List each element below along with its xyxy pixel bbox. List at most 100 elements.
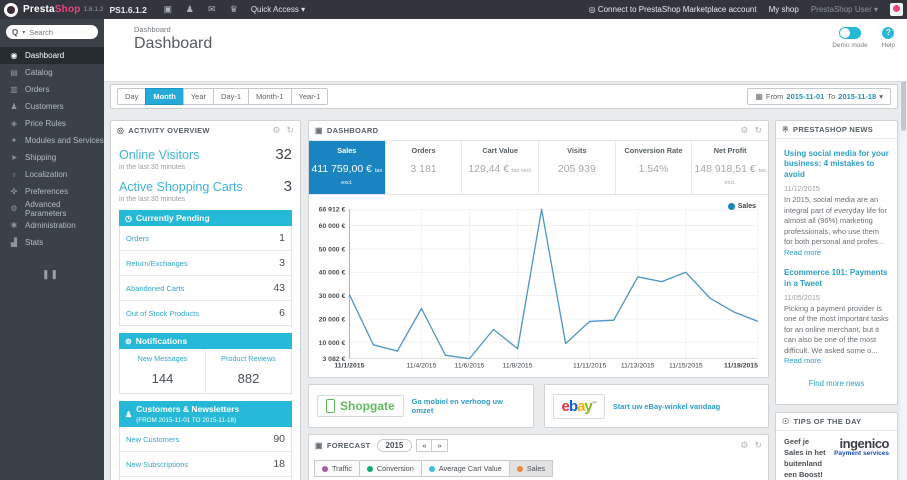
- sidebar-item-shipping[interactable]: ➤ Shipping: [0, 149, 104, 166]
- new-subscriptions-value: 18: [273, 458, 285, 470]
- marketplace-link[interactable]: ◎ Connect to PrestaShop Marketplace acco…: [589, 5, 757, 14]
- kpi-net-profit-tab[interactable]: Net Profit 148 918,51 € tax excl.: [692, 141, 768, 194]
- kpi-label: Net Profit: [713, 146, 747, 155]
- previous-year-button[interactable]: «: [416, 439, 433, 452]
- help-icon[interactable]: ?: [882, 27, 895, 39]
- kpi-label: Visits: [567, 146, 587, 155]
- brand[interactable]: PrestaShop: [23, 4, 81, 15]
- cart-icon: ▣: [315, 126, 323, 135]
- sidebar-item-dashboard[interactable]: ◉ Dashboard: [0, 47, 104, 64]
- search-input[interactable]: [29, 27, 82, 37]
- sidebar-item-localization[interactable]: ♁ Localization: [0, 166, 104, 183]
- sidebar-item-orders[interactable]: ▥ Orders: [0, 81, 104, 98]
- activity-overview-panel: ◎ ACTIVITY OVERVIEW ⚙ ↻ Online Visitors 32 …: [110, 120, 301, 480]
- dashboard-icon: ◉: [10, 51, 18, 60]
- sidebar-item-preferences[interactable]: ✜ Preferences: [0, 183, 104, 200]
- forecast-nav: « »: [416, 439, 448, 452]
- list-item: New Subscriptions 18: [120, 452, 291, 477]
- range-year-button[interactable]: Year: [182, 88, 214, 105]
- sidebar-item-catalog[interactable]: ▤ Catalog: [0, 64, 104, 81]
- list-item: Product Reviews 882: [205, 349, 291, 393]
- demo-mode-toggle[interactable]: [838, 27, 861, 39]
- range-month-button[interactable]: Month: [145, 88, 184, 105]
- price-rules-icon: ◈: [10, 119, 18, 128]
- forecast-conversion-button[interactable]: Conversion: [358, 460, 422, 477]
- product-reviews-link[interactable]: Product Reviews: [208, 354, 289, 363]
- pending-orders-link[interactable]: Orders: [126, 234, 149, 243]
- forecast-traffic-button[interactable]: Traffic: [314, 460, 360, 477]
- active-carts-link[interactable]: Active Shopping Carts: [119, 180, 243, 194]
- ebay-link[interactable]: Start uw eBay-winkel vandaag: [613, 402, 721, 411]
- range-day-1-button[interactable]: Day-1: [213, 88, 250, 105]
- new-customers-link[interactable]: New Customers: [126, 435, 179, 444]
- sidebar: Q ▾ ◉ Dashboard ▤ Catalog ▥ Orders ♟ Custome…: [0, 19, 104, 480]
- trophy-icon[interactable]: ♛: [223, 4, 245, 15]
- user-menu[interactable]: PrestaShop User ▾: [811, 5, 878, 14]
- sidebar-item-modules[interactable]: ✦ Modules and Services: [0, 132, 104, 149]
- abandoned-carts-link[interactable]: Abandoned Carts: [126, 284, 184, 293]
- kpi-visits-tab[interactable]: Visits 205 939: [539, 141, 616, 194]
- section-subtitle: (FROM 2015-11-01 TO 2015-11-18): [136, 417, 237, 424]
- my-shop-link[interactable]: My shop: [769, 5, 799, 14]
- prestashop-logo-icon[interactable]: [4, 2, 18, 17]
- sidebar-item-customers[interactable]: ♟ Customers: [0, 98, 104, 115]
- svg-text:11/1/2015: 11/1/2015: [334, 363, 364, 370]
- article-title-link[interactable]: Ecommerce 101: Payments in a Tweet: [784, 268, 889, 289]
- pending-returns-link[interactable]: Return/Exchanges: [126, 259, 188, 268]
- forecast-avg-cart-value-button[interactable]: Average Cart Value: [420, 460, 510, 477]
- find-more-news-link[interactable]: Find more news: [784, 367, 889, 398]
- quick-access-menu[interactable]: Quick Access ▾: [251, 5, 305, 14]
- sidebar-item-stats[interactable]: ▟ Stats: [0, 234, 104, 251]
- localization-icon: ♁: [11, 170, 17, 179]
- pending-orders-value: 1: [279, 232, 285, 244]
- profile-icon[interactable]: ♟: [179, 4, 201, 15]
- kpi-cart-value-tab[interactable]: Cart Value 129,44 € tax excl.: [462, 141, 540, 194]
- kpi-conversion-rate-tab[interactable]: Conversion Rate 1.54%: [616, 141, 693, 194]
- new-subscriptions-link[interactable]: New Subscriptions: [126, 460, 188, 469]
- date-range-button[interactable]: ▦ From 2015-11-01 To 2015-11-18 ▾: [747, 88, 891, 105]
- modules-icon: ✦: [10, 136, 18, 145]
- chevron-down-icon: ▾: [879, 92, 883, 101]
- sidebar-search[interactable]: Q ▾: [6, 25, 98, 39]
- sidebar-item-label: Shipping: [25, 153, 57, 162]
- forecast-sales-button[interactable]: Sales: [508, 460, 554, 477]
- read-more-link[interactable]: Read more: [784, 248, 821, 257]
- range-day-button[interactable]: Day: [117, 88, 147, 105]
- legend-dot-icon: [322, 465, 328, 472]
- sidebar-item-administration[interactable]: ✱ Administration: [0, 217, 104, 234]
- refresh-icon[interactable]: ↻: [754, 125, 762, 136]
- kpi-orders-tab[interactable]: Orders 3 181: [386, 141, 463, 194]
- panel-title: FORECAST: [326, 441, 371, 450]
- chevron-down-icon: ▾: [873, 5, 878, 14]
- shopgate-link[interactable]: Ga mobiel en verhoog uw omzet: [412, 397, 525, 415]
- range-year-1-button[interactable]: Year-1: [290, 88, 329, 105]
- out-of-stock-link[interactable]: Out of Stock Products: [126, 309, 199, 318]
- kpi-sales-tab[interactable]: Sales 411 759,00 € tax excl.: [309, 141, 386, 194]
- range-month-1-button[interactable]: Month-1: [248, 88, 292, 105]
- sidebar-item-label: Orders: [25, 85, 50, 94]
- sidebar-item-advanced-parameters[interactable]: ⚙ Advanced Parameters: [0, 200, 104, 218]
- page-title: Dashboard: [134, 35, 213, 52]
- panel-title: PRESTASHOP NEWS: [793, 125, 874, 134]
- shopgate-logo: Shopgate: [317, 395, 404, 417]
- list-item: Out of Stock Products 6: [120, 301, 291, 325]
- mail-icon[interactable]: ✉: [201, 4, 223, 15]
- list-item: Return/Exchanges 3: [120, 251, 291, 276]
- read-more-link[interactable]: Read more: [784, 356, 821, 365]
- cart-icon[interactable]: ▣: [157, 4, 179, 15]
- refresh-icon[interactable]: ↻: [286, 125, 294, 136]
- article-excerpt: Picking a payment provider is one of the…: [784, 303, 889, 355]
- refresh-icon[interactable]: ↻: [754, 440, 762, 451]
- gear-icon[interactable]: ⚙: [740, 440, 748, 451]
- avatar[interactable]: [890, 3, 903, 16]
- next-year-button[interactable]: »: [431, 439, 448, 452]
- kpi-label: Conversion Rate: [624, 146, 683, 155]
- sidebar-item-price-rules[interactable]: ◈ Price Rules: [0, 115, 104, 132]
- new-messages-link[interactable]: New Messages: [122, 354, 203, 363]
- gear-icon[interactable]: ⚙: [272, 125, 280, 136]
- collapse-sidebar-button[interactable]: ❚❚: [42, 269, 104, 280]
- article-title-link[interactable]: Using social media for your business: 4 …: [784, 149, 889, 180]
- legend-label: Conversion: [376, 464, 414, 473]
- online-visitors-link[interactable]: Online Visitors: [119, 148, 199, 162]
- gear-icon[interactable]: ⚙: [740, 125, 748, 136]
